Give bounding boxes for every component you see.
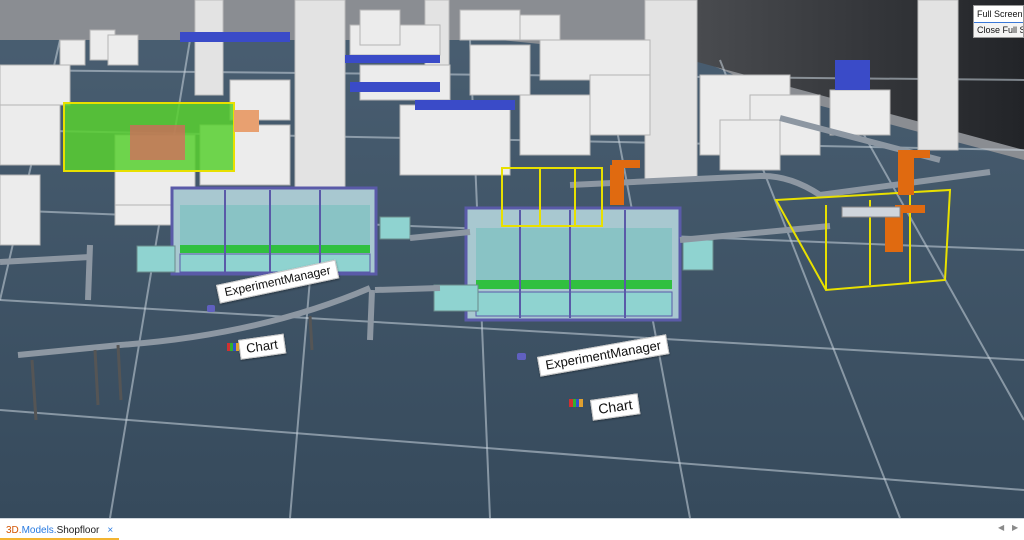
experiment-manager-icon[interactable] [207, 305, 215, 312]
3d-viewport[interactable]: ExperimentManager Chart ExperimentManage… [0, 0, 1024, 518]
chart-bar-icon[interactable] [569, 399, 583, 407]
assembly-line-2 [433, 206, 714, 322]
robot-table [841, 206, 901, 218]
document-tab-bar: 3D.Models.Shopfloor × ◀ ▶ [0, 518, 1024, 540]
assembly-line-1 [136, 186, 411, 276]
tab-title: 3D.Models.Shopfloor [6, 524, 100, 536]
shopfloor-scene[interactable] [0, 0, 1024, 518]
chart-bar-icon[interactable] [227, 343, 239, 351]
close-full-screen-menu-item[interactable]: Close Full Screen [974, 22, 1023, 37]
tab-3d-models-shopfloor[interactable]: 3D.Models.Shopfloor × [0, 522, 120, 540]
scroll-left-icon[interactable]: ◀ [998, 523, 1004, 532]
context-menu[interactable]: Full Screen Close Full Screen [973, 5, 1024, 38]
scroll-right-icon[interactable]: ▶ [1012, 523, 1018, 532]
full-screen-menu-item[interactable]: Full Screen [974, 6, 1023, 23]
close-icon[interactable]: × [107, 525, 113, 536]
green-machine [63, 102, 259, 172]
experiment-manager-icon[interactable] [517, 353, 526, 360]
